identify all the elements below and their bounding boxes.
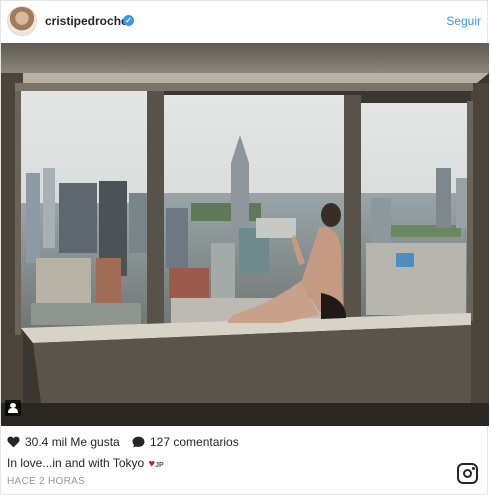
avatar[interactable] bbox=[7, 6, 37, 36]
comment-bubble-icon[interactable] bbox=[132, 436, 145, 448]
post-photo[interactable] bbox=[1, 43, 489, 426]
username[interactable]: cristipedroche bbox=[45, 14, 128, 28]
caption-text: In love...in and with Tokyo bbox=[7, 456, 145, 470]
post-caption: In love...in and with Tokyo ♥JP bbox=[7, 456, 164, 470]
heart-icon[interactable] bbox=[7, 436, 20, 448]
user-tag-icon[interactable] bbox=[5, 400, 21, 416]
instagram-logo-icon[interactable] bbox=[457, 463, 478, 484]
flag-emoji: JP bbox=[155, 462, 164, 469]
likes-label: 30.4 mil Me gusta bbox=[25, 435, 120, 449]
post-timestamp[interactable]: HACE 2 HORAS bbox=[7, 476, 85, 487]
comments-label: 127 comentarios bbox=[150, 435, 239, 449]
post-header: cristipedroche ✓ Seguir bbox=[1, 1, 489, 43]
instagram-post-card: cristipedroche ✓ Seguir 30.4 mil Me gust… bbox=[0, 0, 489, 495]
verified-badge-icon: ✓ bbox=[123, 15, 134, 26]
comments-count[interactable]: 127 comentarios bbox=[132, 435, 239, 449]
follow-button[interactable]: Seguir bbox=[446, 14, 481, 28]
photo-image bbox=[1, 43, 489, 426]
likes-count[interactable]: 30.4 mil Me gusta bbox=[7, 435, 120, 449]
